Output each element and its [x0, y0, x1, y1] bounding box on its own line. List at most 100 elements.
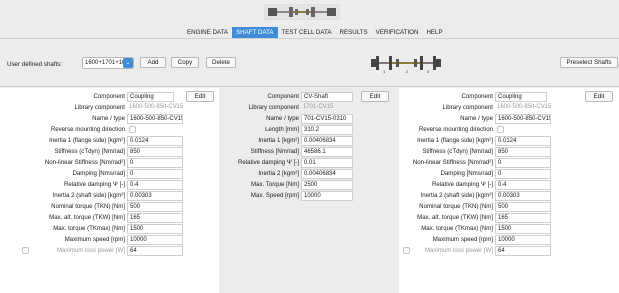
inertia-1-field[interactable]: 0.00406834 — [301, 136, 353, 146]
name-type-field[interactable]: 1600-500-850-CV15 — [127, 114, 183, 124]
length-label: Length [mm] — [265, 126, 299, 133]
inertia-1-field[interactable]: 0.0124 — [127, 136, 183, 146]
reverse-mounting-label: Reverse mounting direction — [50, 126, 125, 133]
shaft-train-logo-icon — [264, 4, 340, 20]
component-label: Component — [461, 93, 493, 100]
damping-label: Damping [Nms/rad] — [440, 170, 494, 177]
chevron-down-icon: ⌄ — [123, 58, 133, 68]
shaft-select[interactable]: 1600+1701+1600 ⌄ — [82, 57, 134, 69]
stiffness-label: Stiffness (cTdyn) [Nm/rad] — [422, 148, 493, 155]
nominal-torque-field[interactable]: 500 — [127, 202, 183, 212]
reverse-mounting-checkbox[interactable] — [129, 126, 136, 133]
component-label: Component — [267, 93, 299, 100]
left-coupling-panel: Component Coupling Edit Library componen… — [0, 88, 219, 293]
damping-label: Damping [Nms/rad] — [72, 170, 126, 177]
edit-button[interactable]: Edit — [186, 91, 214, 102]
relative-damping-label: Relative damping Ψ [-] — [238, 159, 299, 166]
component-field[interactable]: Coupling — [495, 92, 547, 102]
max-torque-label: Max. torque (TKmax) [Nm] — [53, 225, 125, 232]
user-defined-shafts-label: User defined shafts: — [7, 61, 63, 68]
relative-damping-field[interactable]: 0.4 — [495, 180, 551, 190]
inertia-1-field[interactable]: 0.0124 — [495, 136, 551, 146]
copy-shaft-button[interactable]: Copy — [171, 57, 199, 68]
nominal-torque-field[interactable]: 500 — [495, 202, 551, 212]
tab-results[interactable]: RESULTS — [336, 27, 372, 38]
max-torque-label: Max. Torque [Nm] — [251, 181, 299, 188]
maximum-speed-label: Maximum speed [rpm] — [64, 236, 125, 243]
maximum-loss-power-label: Maximum loss power [W] — [56, 247, 125, 254]
non-linear-stiffness-label: Non-linear Stiffness [Nm/rad²] — [412, 159, 493, 166]
edit-button[interactable]: Edit — [361, 91, 389, 102]
maximum-loss-power-field[interactable]: 64 — [495, 246, 551, 256]
relative-damping-label: Relative damping Ψ [-] — [432, 181, 493, 188]
component-field[interactable]: Coupling — [127, 92, 174, 102]
library-component-select[interactable]: 1600-500-850-CV15 — [127, 103, 183, 113]
length-field[interactable]: 310.2 — [301, 125, 353, 135]
name-type-field[interactable]: 701-CV15-0310 — [301, 114, 353, 124]
non-linear-stiffness-field[interactable]: 0 — [495, 158, 551, 168]
library-component-label: Library component — [248, 104, 299, 111]
name-type-label: Name / type — [266, 115, 299, 122]
max-alt-torque-field[interactable]: 165 — [495, 213, 551, 223]
library-component-label: Library component — [74, 104, 125, 111]
maximum-speed-field[interactable]: 10000 — [127, 235, 183, 245]
library-component-label: Library component — [442, 104, 493, 111]
max-alt-torque-label: Max. alt. torque (TKW) [Nm] — [49, 214, 125, 221]
max-alt-torque-label: Max. alt. torque (TKW) [Nm] — [417, 214, 493, 221]
reverse-mounting-label: Reverse mounting direction — [418, 126, 493, 133]
maximum-speed-label: Maximum speed [rpm] — [432, 236, 493, 243]
preselect-shafts-button[interactable]: Preselect Shafts — [560, 57, 618, 68]
right-coupling-panel: Component Coupling Edit Library componen… — [399, 88, 619, 293]
tab-help[interactable]: HELP — [422, 27, 446, 38]
non-linear-stiffness-field[interactable]: 0 — [127, 158, 183, 168]
relative-damping-field[interactable]: 0.4 — [127, 180, 183, 190]
tab-test-cell-data[interactable]: TEST CELL DATA — [278, 27, 336, 38]
tab-engine-data[interactable]: ENGINE DATA — [183, 27, 232, 38]
stiffness-label: Stiffness (cTdyn) [Nm/rad] — [54, 148, 125, 155]
inertia-2-label: Inertia 2 [kgm²] — [258, 170, 299, 177]
component-field[interactable]: CV-Shaft — [301, 92, 353, 102]
delete-shaft-button[interactable]: Delete — [206, 57, 236, 68]
component-label: Component — [93, 93, 125, 100]
shaft-configuration-icon: 1 2 3 — [371, 56, 441, 74]
stiffness-field[interactable]: 850 — [127, 147, 183, 157]
tab-shaft-data[interactable]: SHAFT DATA — [232, 27, 278, 38]
main-tabs: ENGINE DATA SHAFT DATA TEST CELL DATA RE… — [183, 27, 447, 38]
middle-cv-shaft-panel: Component CV-Shaft Edit Library componen… — [219, 88, 399, 293]
maximum-loss-power-label: Maximum loss power [W] — [424, 247, 493, 254]
max-speed-label: Max. Speed [rpm] — [250, 192, 299, 199]
max-speed-field[interactable]: 10000 — [301, 191, 353, 201]
damping-field[interactable]: 0 — [495, 169, 551, 179]
max-torque-field[interactable]: 1500 — [495, 224, 551, 234]
non-linear-stiffness-label: Non-linear Stiffness [Nm/rad²] — [44, 159, 125, 166]
inertia-2-label: Inertia 2 (shaft side) [kgm²] — [52, 192, 125, 199]
stiffness-field[interactable]: 850 — [495, 147, 551, 157]
top-bar — [0, 0, 619, 24]
reverse-mounting-checkbox[interactable] — [497, 126, 504, 133]
max-torque-field[interactable]: 2500 — [301, 180, 353, 190]
library-component-select[interactable]: 1600-500-850-CV15 — [495, 103, 553, 113]
damping-field[interactable]: 0 — [127, 169, 183, 179]
tab-verification[interactable]: VERIFICATION — [372, 27, 423, 38]
nominal-torque-label: Nominal torque (TKN) [Nm] — [51, 203, 125, 210]
relative-damping-field[interactable]: 0.01 — [301, 158, 353, 168]
shaft-number-3: 3 — [427, 69, 430, 74]
max-torque-field[interactable]: 1500 — [127, 224, 183, 234]
inertia-2-field[interactable]: 0.00303 — [127, 191, 183, 201]
library-component-select[interactable]: 1701-CV15 — [301, 103, 353, 113]
name-type-label: Name / type — [460, 115, 493, 122]
maximum-speed-field[interactable]: 10000 — [495, 235, 551, 245]
name-type-field[interactable]: 1600-500-850-CV15 — [495, 114, 551, 124]
relative-damping-label: Relative damping Ψ [-] — [64, 181, 125, 188]
stiffness-field[interactable]: 46586.1 — [301, 147, 353, 157]
maximum-loss-power-field[interactable]: 64 — [127, 246, 183, 256]
max-alt-torque-field[interactable]: 165 — [127, 213, 183, 223]
inertia-2-field[interactable]: 0.00406834 — [301, 169, 353, 179]
inertia-2-field[interactable]: 0.00303 — [495, 191, 551, 201]
edit-button[interactable]: Edit — [585, 91, 613, 102]
shaft-number-2: 2 — [406, 69, 409, 74]
inertia-1-label: Inertia 1 [kgm²] — [258, 137, 299, 144]
name-type-label: Name / type — [92, 115, 125, 122]
inertia-1-label: Inertia 1 (flange side) [kgm²] — [417, 137, 493, 144]
add-shaft-button[interactable]: Add — [140, 57, 166, 68]
